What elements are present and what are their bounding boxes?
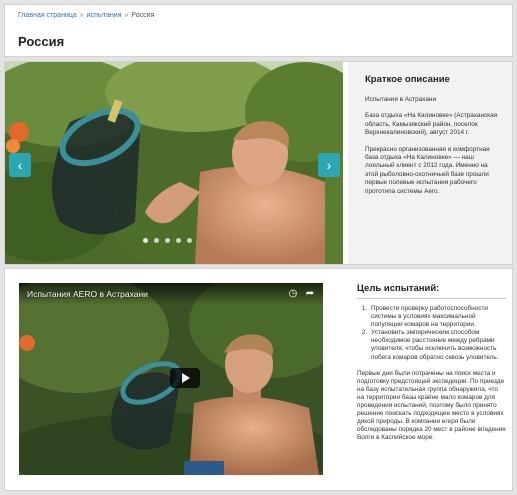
video-panel: Испытания AERO в Астрахани ➦ ◷ Цель испы… <box>4 268 513 491</box>
breadcrumb-section-link[interactable]: испытания <box>87 12 122 19</box>
goals-list: Провести проверку работоспособности сист… <box>357 305 506 362</box>
slider-dot[interactable] <box>154 238 159 243</box>
photo-panel: ‹ › Краткое описание Испытания в Астраха… <box>4 61 513 265</box>
header-panel: Главная страница» испытания» Россия Россия <box>4 4 513 57</box>
breadcrumb-separator: » <box>79 12 84 19</box>
description-paragraph: База отдыха «На Калиновке» (Астраханская… <box>365 112 498 137</box>
photo-slider[interactable]: ‹ › <box>5 62 343 264</box>
slide-photo <box>5 62 343 264</box>
goals-heading: Цель испытаний: <box>357 283 506 299</box>
slider-next-button[interactable]: › <box>318 153 340 177</box>
chevron-right-icon: › <box>326 157 332 173</box>
slider-prev-button[interactable]: ‹ <box>9 153 31 177</box>
description-paragraph: Прекрасно организованная и комфортная ба… <box>365 145 490 195</box>
breadcrumb-current: Россия <box>131 12 155 19</box>
slider-dot[interactable] <box>143 238 148 243</box>
goals-box: Цель испытаний: Провести проверку работо… <box>348 269 512 490</box>
slider-dot[interactable] <box>165 238 170 243</box>
description-box: Краткое описание Испытания в Астрахани Б… <box>348 62 512 264</box>
video-title[interactable]: Испытания AERO в Астрахани <box>27 289 148 299</box>
goals-list-item: Провести проверку работоспособности сист… <box>369 305 506 329</box>
play-button[interactable] <box>170 368 200 388</box>
breadcrumb-separator: » <box>124 12 129 19</box>
chevron-left-icon: ‹ <box>17 157 23 173</box>
description-subtitle: Испытания в Астрахани <box>365 96 437 103</box>
video-player[interactable]: Испытания AERO в Астрахани ➦ ◷ <box>19 283 323 475</box>
goals-list-item: Установить эмпирическим способом необход… <box>369 329 506 361</box>
breadcrumb-home-link[interactable]: Главная страница <box>18 12 77 19</box>
clock-icon[interactable]: ◷ <box>287 288 299 300</box>
slider-dot[interactable] <box>176 238 181 243</box>
slider-dots <box>143 238 192 243</box>
share-icon[interactable]: ➦ <box>304 288 316 300</box>
description-heading: Краткое описание <box>365 74 450 85</box>
page-title: Россия <box>18 34 65 49</box>
goals-paragraph: Первые дни были потрачены на поиск места… <box>357 369 506 442</box>
breadcrumb: Главная страница» испытания» Россия <box>18 12 154 19</box>
slider-dot[interactable] <box>187 238 192 243</box>
